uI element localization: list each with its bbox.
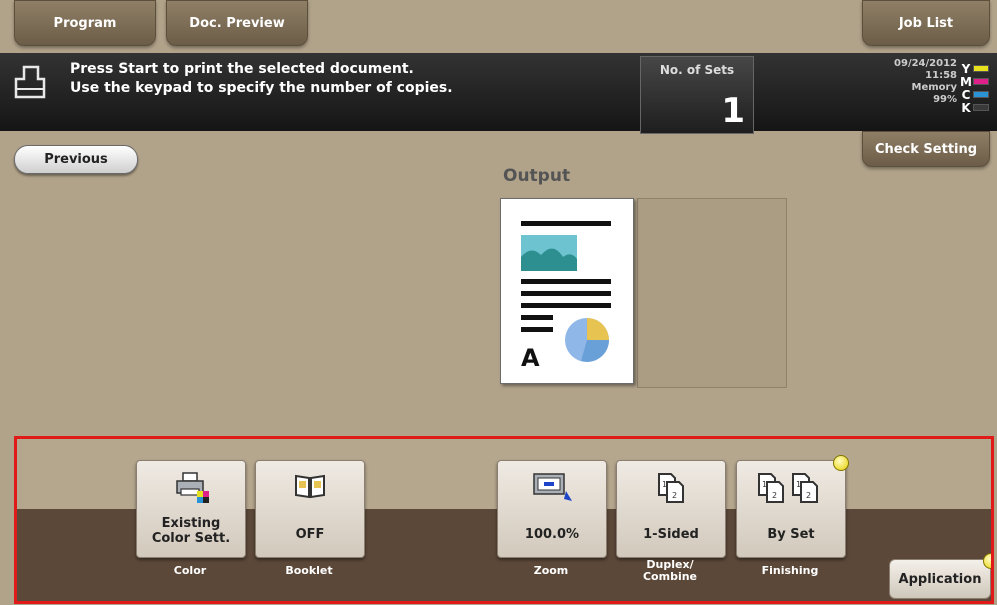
svg-text:1: 1 <box>762 480 767 489</box>
status-message-line-1: Press Start to print the selected docume… <box>70 61 414 77</box>
toner-letter: C <box>961 87 971 102</box>
svg-text:2: 2 <box>672 491 677 500</box>
finishing-value: By Set <box>767 527 815 542</box>
application-button[interactable]: Application <box>889 559 991 599</box>
application-indicator-icon <box>983 553 991 569</box>
duplex-value: 1-Sided <box>643 527 699 542</box>
document-icon <box>14 65 46 99</box>
zoom-icon <box>533 473 572 501</box>
job-list-tab[interactable]: Job List <box>862 0 990 46</box>
svg-text:2: 2 <box>772 491 777 500</box>
output-page-frame <box>637 198 787 388</box>
duplex-icon: 1 2 <box>658 473 684 503</box>
toner-letter: Y <box>961 61 971 76</box>
color-value-line-1: Existing <box>161 516 221 531</box>
status-text: 09/24/2012 11:58 Memory 99% <box>894 58 957 106</box>
document-preview-icon: A <box>521 221 611 372</box>
finishing-icon: 1 2 1 2 <box>758 473 818 503</box>
message-bar: Press Start to print the selected docume… <box>0 53 997 131</box>
color-button[interactable]: Existing Color Sett. <box>136 460 246 558</box>
toner-row-y: Y <box>959 61 989 76</box>
status-message-line-2: Use the keypad to specify the number of … <box>70 80 453 96</box>
toner-letter: K <box>961 100 971 115</box>
program-tab[interactable]: Program <box>14 0 156 46</box>
output-label: Output <box>503 166 571 186</box>
svg-text:A: A <box>521 344 540 372</box>
printer-color-icon <box>176 472 209 503</box>
toner-row-c: C <box>959 87 989 102</box>
memory-value: 99% <box>933 94 957 105</box>
function-panel: Existing Color Sett. Color OFF Booklet 1… <box>14 436 994 604</box>
sets-label: No. of Sets <box>659 63 735 77</box>
svg-text:2: 2 <box>806 491 811 500</box>
toner-bar <box>973 91 989 98</box>
toner-levels: Y M C K <box>959 61 989 115</box>
duplex-caption-line-2: Combine <box>642 570 698 583</box>
top-bar: Program Doc. Preview Job List <box>0 0 997 53</box>
zoom-value: 100.0% <box>524 527 580 542</box>
previous-button[interactable]: Previous <box>14 145 138 174</box>
sets-value: 1 <box>721 91 745 131</box>
output-paper-preview: A <box>500 198 634 384</box>
svg-text:1: 1 <box>796 480 801 489</box>
memory-label: Memory <box>911 82 957 93</box>
finishing-caption: Finishing <box>761 564 819 577</box>
toner-bar <box>973 65 989 72</box>
number-of-sets-display: No. of Sets 1 <box>640 56 754 134</box>
duplex-combine-button[interactable]: 1 2 1-Sided <box>616 460 726 558</box>
status-date: 09/24/2012 <box>894 58 957 69</box>
booklet-value: OFF <box>295 527 325 542</box>
status-message: Press Start to print the selected docume… <box>70 60 453 98</box>
zoom-button[interactable]: 100.0% <box>497 460 607 558</box>
booklet-button[interactable]: OFF <box>255 460 365 558</box>
duplex-caption: Duplex/ Combine <box>616 559 724 583</box>
toner-row-k: K <box>959 100 989 115</box>
status-time: 11:58 <box>925 70 957 81</box>
device-status: 09/24/2012 11:58 Memory 99% Y M C K <box>861 58 989 128</box>
toner-bar <box>973 104 989 111</box>
toner-row-m: M <box>959 74 989 89</box>
finishing-button[interactable]: 1 2 1 2 By Set <box>736 460 846 558</box>
color-value-line-2: Color Sett. <box>151 531 231 546</box>
check-setting-button[interactable]: Check Setting <box>862 131 990 167</box>
booklet-caption: Booklet <box>285 564 333 577</box>
color-caption: Color <box>173 564 207 577</box>
toner-letter: M <box>960 74 972 89</box>
finishing-indicator-icon <box>833 455 849 471</box>
toner-bar <box>973 78 989 85</box>
svg-text:1: 1 <box>662 480 667 489</box>
zoom-caption: Zoom <box>533 564 569 577</box>
doc-preview-tab[interactable]: Doc. Preview <box>166 0 308 46</box>
booklet-icon <box>295 474 325 499</box>
